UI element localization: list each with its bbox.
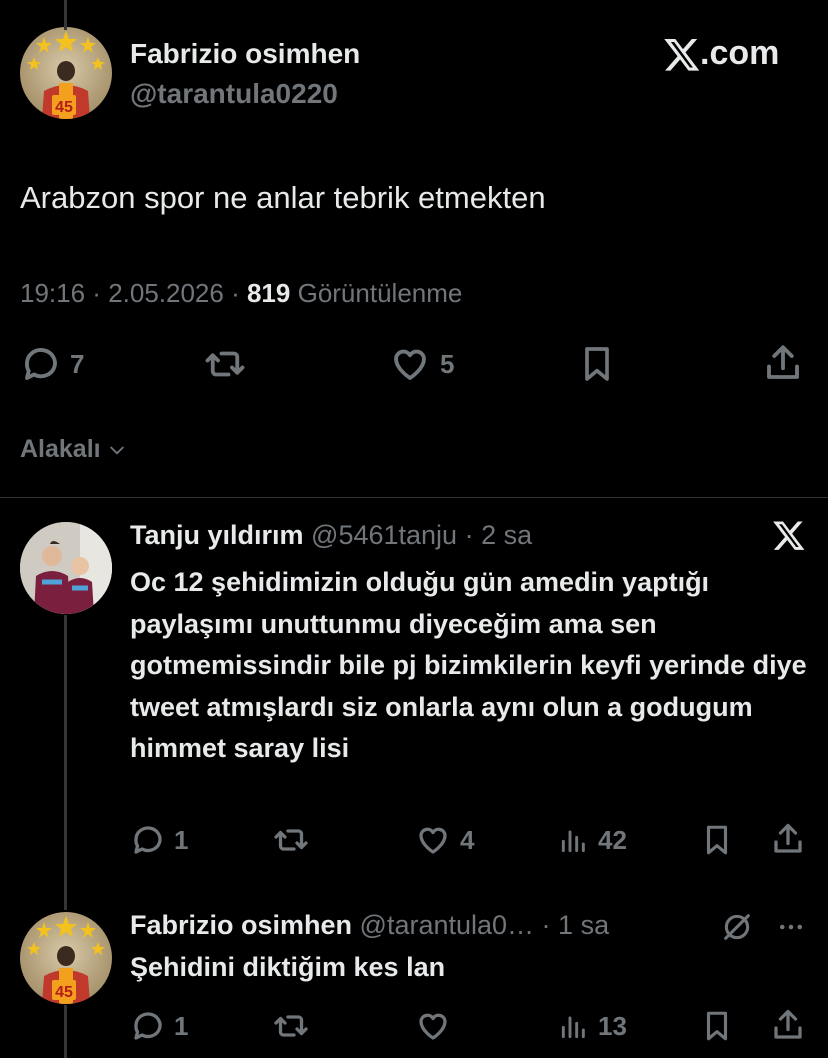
avatar-image: 45 xyxy=(27,916,105,1004)
share-button[interactable] xyxy=(762,341,804,385)
reply-1-x-logo xyxy=(772,518,806,552)
main-avatar[interactable]: 45 xyxy=(20,27,112,119)
thread-line-top xyxy=(64,0,67,30)
views-icon xyxy=(561,1016,585,1039)
more-icon xyxy=(780,924,802,930)
bookmark-icon xyxy=(585,347,609,381)
sort-label: Alakalı xyxy=(20,435,101,463)
reply-1-like-button[interactable]: 4 xyxy=(414,822,474,858)
avatar-jersey-number: 45 xyxy=(55,99,73,116)
reply-1-text: Oc 12 şehidimizin olduğu gün amedin yapt… xyxy=(130,567,807,763)
like-count: 5 xyxy=(440,348,455,379)
thread-line xyxy=(64,615,67,910)
reply-2-views-button[interactable]: 13 xyxy=(558,1008,627,1044)
retweet-button[interactable] xyxy=(202,343,248,385)
bookmark-icon xyxy=(706,1011,728,1041)
divider xyxy=(0,497,828,498)
reply-2-display-name[interactable]: Fabrizio osimhen xyxy=(130,910,352,940)
reply-2-handle[interactable]: @tarantula0… xyxy=(360,910,535,940)
avatar-image: 45 xyxy=(27,31,105,119)
retweet-icon xyxy=(205,351,245,377)
reply-2-share-button[interactable] xyxy=(770,1006,806,1044)
reply-1-header: Tanju yıldırım @5461tanju · 2 sa xyxy=(130,520,533,550)
reply-2-reply-count: 1 xyxy=(174,1010,189,1041)
reply-2-bookmark-button[interactable] xyxy=(700,1008,734,1044)
reply-1-like-count: 4 xyxy=(460,824,475,855)
mute-icon xyxy=(724,914,750,940)
reply-2-age[interactable]: 1 sa xyxy=(558,910,609,940)
reply-2-header: Fabrizio osimhen @tarantula0… · 1 sa xyxy=(130,910,610,940)
like-button[interactable]: 5 xyxy=(388,343,454,385)
main-tweet-text: Arabzon spor ne anlar tebrik etmekten xyxy=(20,180,546,215)
tweet-date[interactable]: 2.05.2026 xyxy=(108,278,224,308)
avatar-image xyxy=(20,522,112,614)
reply-1-share-button[interactable] xyxy=(770,820,806,858)
reply-count: 7 xyxy=(70,348,85,379)
retweet-icon xyxy=(274,829,308,851)
reply-1-views-count: 42 xyxy=(598,824,627,855)
reply-1-reply-count: 1 xyxy=(174,824,189,855)
reply-icon xyxy=(25,348,57,380)
bookmark-button[interactable] xyxy=(577,343,617,385)
sort-selector[interactable]: Alakalı xyxy=(20,435,127,464)
reply-1-retweet-button[interactable] xyxy=(271,822,311,858)
reply-2-views-count: 13 xyxy=(598,1010,627,1041)
chevron-down-icon xyxy=(109,446,124,454)
like-icon xyxy=(419,827,447,854)
avatar-jersey-number: 45 xyxy=(55,984,73,1001)
reply-1-reply-button[interactable]: 1 xyxy=(130,822,188,858)
brand-mark: .com xyxy=(663,34,779,73)
reply-1-views-button[interactable]: 42 xyxy=(558,822,627,858)
reply-1-age[interactable]: 2 sa xyxy=(481,520,532,550)
reply-1-handle[interactable]: @5461tanju xyxy=(311,520,457,550)
reply-1-bookmark-button[interactable] xyxy=(700,822,734,858)
thread-line xyxy=(64,1005,67,1058)
views-icon xyxy=(561,830,585,853)
reply-2-text: Şehidini diktiğim kes lan xyxy=(130,952,446,982)
tweet-time[interactable]: 19:16 xyxy=(20,278,85,308)
reply-icon xyxy=(134,826,162,854)
reply-1-avatar[interactable] xyxy=(20,522,112,614)
like-icon xyxy=(419,1013,447,1040)
main-handle[interactable]: @tarantula0220 xyxy=(130,78,338,110)
share-icon xyxy=(767,345,799,379)
reply-icon xyxy=(134,1012,162,1040)
reply-1-display-name[interactable]: Tanju yıldırım xyxy=(130,520,304,550)
brand-suffix: .com xyxy=(700,34,780,72)
x-logo-icon xyxy=(773,521,805,550)
share-icon xyxy=(774,823,802,853)
reply-2-retweet-button[interactable] xyxy=(271,1008,311,1044)
tweet-meta: 19:16 · 2.05.2026 · 819 Görüntülenme xyxy=(20,278,463,308)
like-icon xyxy=(394,349,426,380)
reply-2-like-button[interactable] xyxy=(414,1008,452,1044)
reply-2-avatar[interactable]: 45 xyxy=(20,912,112,1004)
reply-2-more-button[interactable] xyxy=(774,912,808,942)
retweet-icon xyxy=(274,1015,308,1037)
views-label: Görüntülenme xyxy=(297,278,463,308)
reply-button[interactable]: 7 xyxy=(20,343,84,385)
reply-2-mute-button[interactable] xyxy=(720,910,754,944)
main-display-name[interactable]: Fabrizio osimhen xyxy=(130,38,360,70)
views-count: 819 xyxy=(246,278,291,308)
x-logo-icon xyxy=(664,38,700,71)
bookmark-icon xyxy=(706,825,728,855)
reply-2-reply-button[interactable]: 1 xyxy=(130,1008,188,1044)
share-icon xyxy=(774,1009,802,1039)
